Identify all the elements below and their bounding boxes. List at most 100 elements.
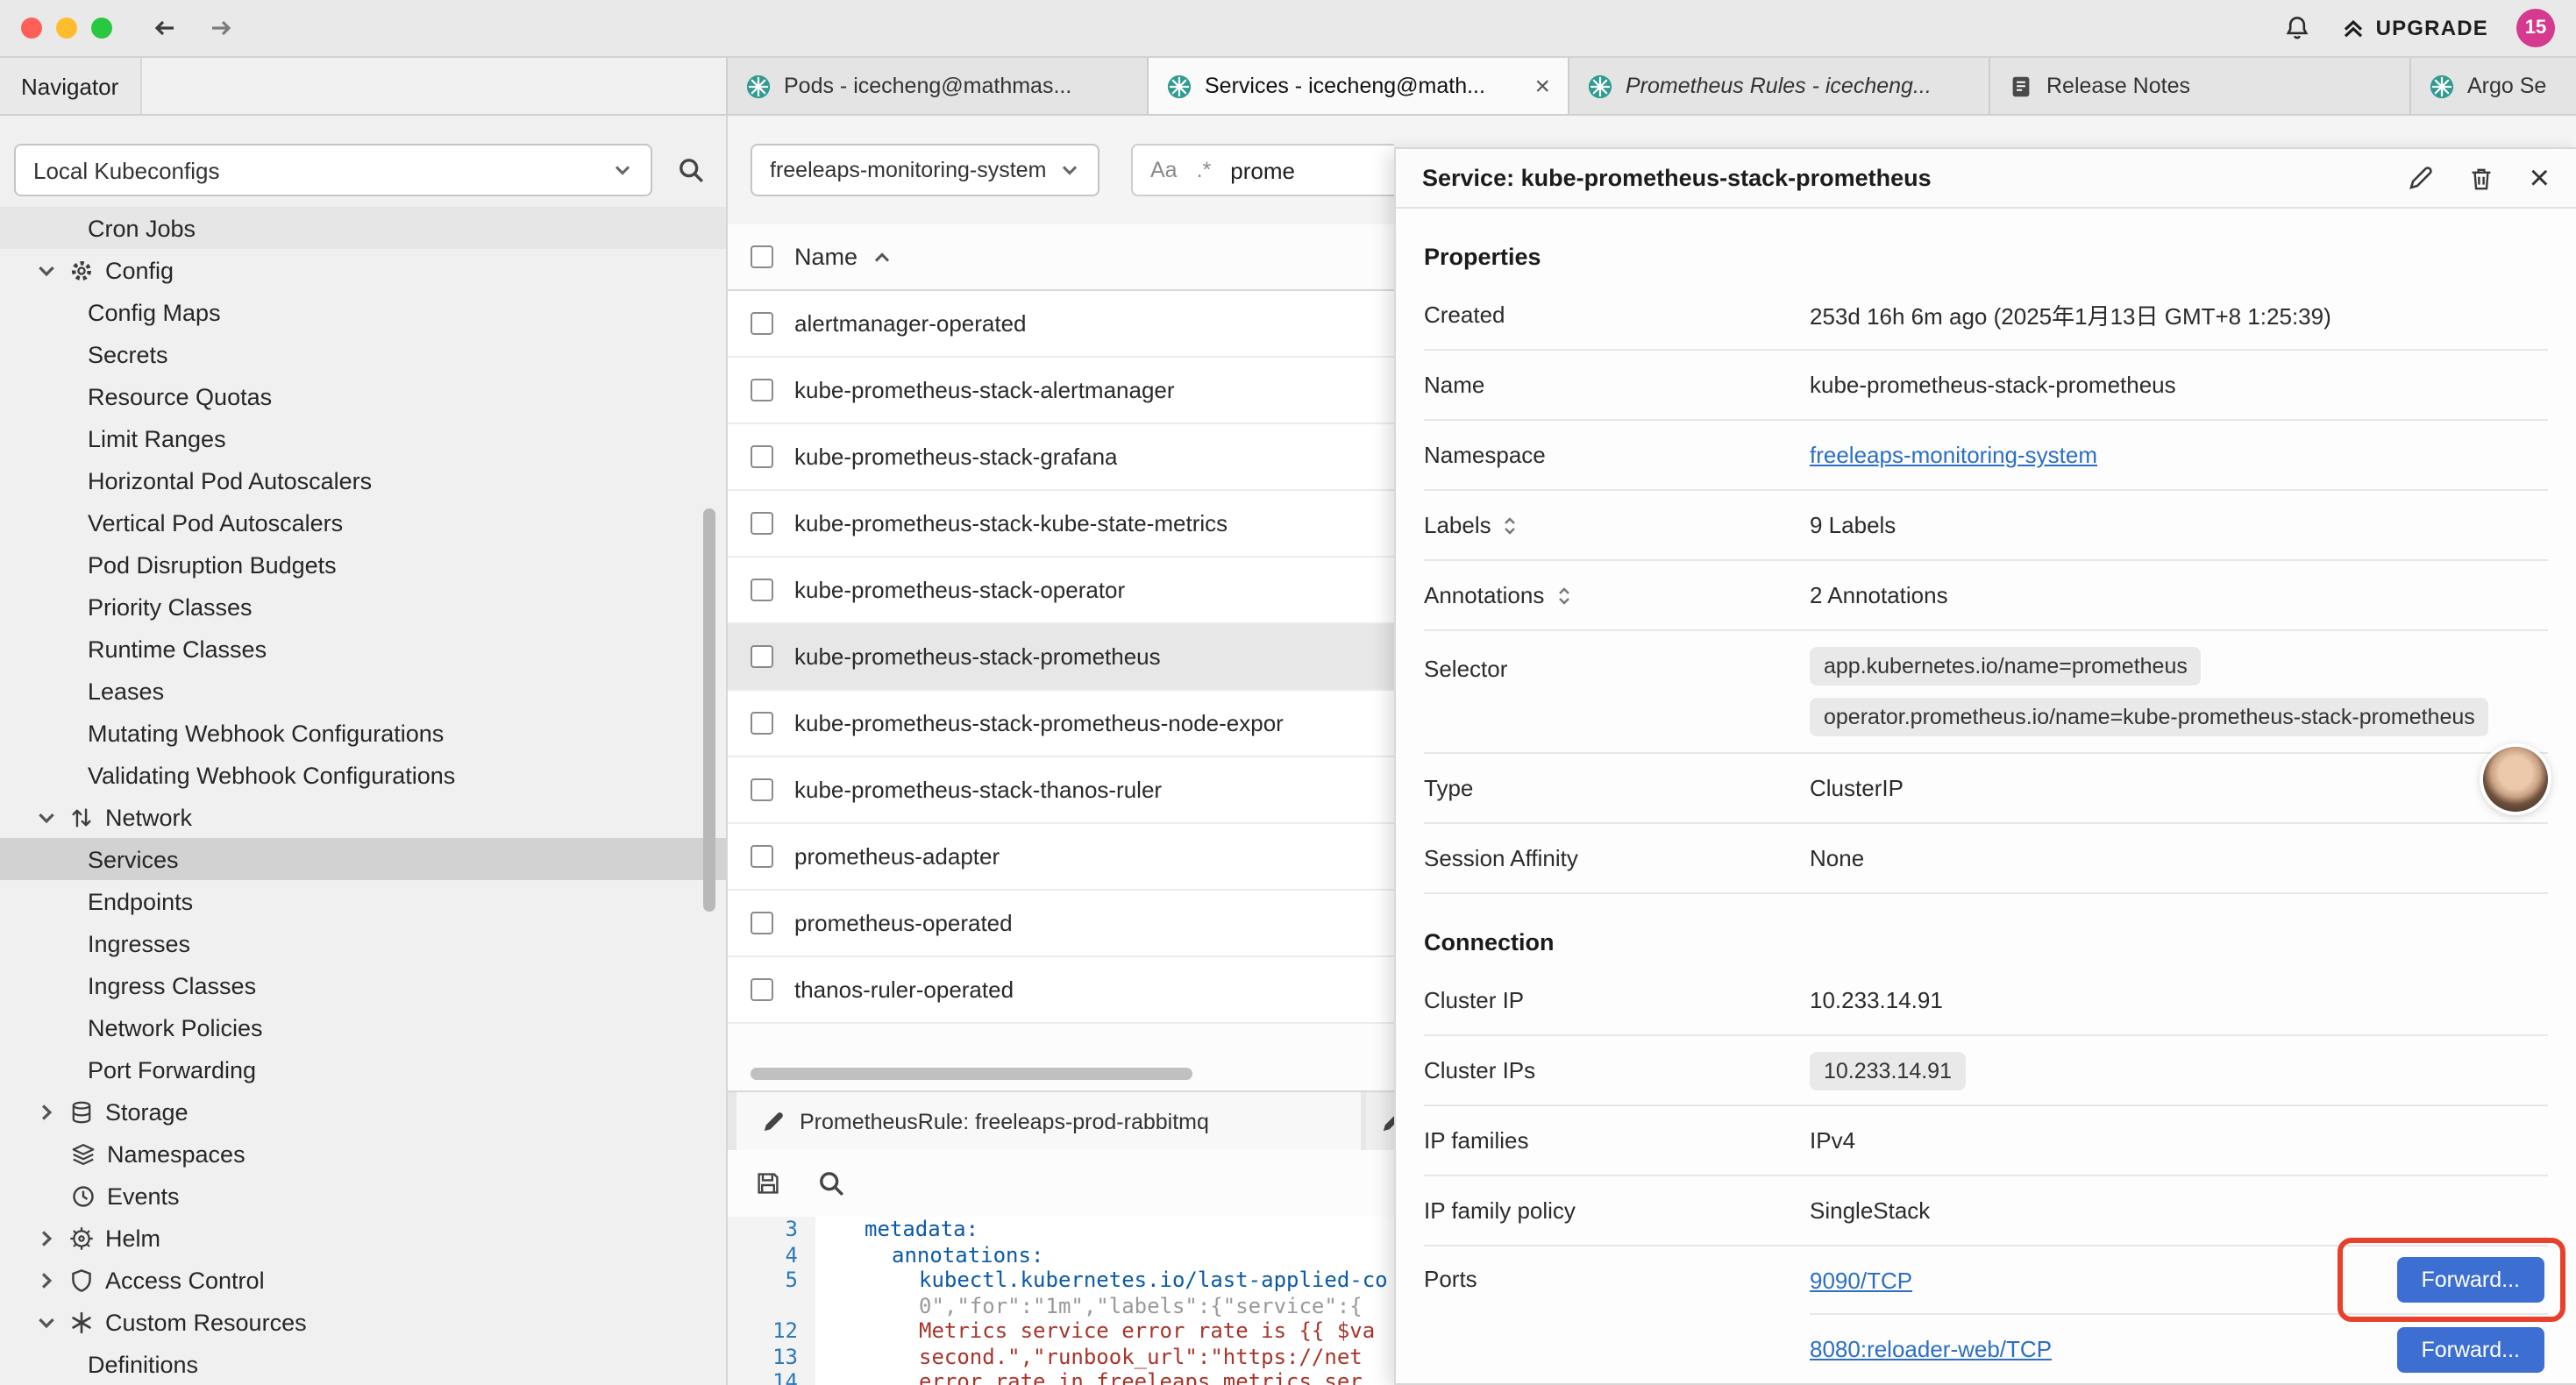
table-row[interactable]: prometheus-operated xyxy=(728,891,1394,957)
sidebar-item-leases[interactable]: Leases xyxy=(0,670,726,712)
port-link[interactable]: 9090/TCP xyxy=(1810,1267,1912,1293)
table-row[interactable]: kube-prometheus-stack-prometheus-node-ex… xyxy=(728,691,1394,757)
table-row[interactable]: kube-prometheus-stack-operator xyxy=(728,558,1394,624)
search-box[interactable]: Aa .* prome xyxy=(1131,144,1394,196)
row-checkbox[interactable] xyxy=(751,778,773,801)
sidebar-item-cron-jobs[interactable]: Cron Jobs xyxy=(0,207,726,249)
chevron-down-icon[interactable] xyxy=(35,259,58,281)
yaml-editor[interactable]: 3metadata:4annotations:5kubectl.kubernet… xyxy=(728,1217,1394,1385)
dock-tab-prometheusrule[interactable]: PrometheusRule: freeleaps-prod-rabbitmq xyxy=(737,1092,1361,1150)
forward-button[interactable]: Forward... xyxy=(2396,1257,2544,1303)
dock-tab-partial[interactable] xyxy=(1366,1092,1394,1150)
forward-icon[interactable] xyxy=(207,14,235,42)
sidebar-item-services[interactable]: Services xyxy=(0,838,726,880)
name-column-header[interactable]: Name xyxy=(794,244,857,270)
upgrade-button[interactable]: UPGRADE xyxy=(2339,14,2488,42)
namespace-link[interactable]: freeleaps-monitoring-system xyxy=(1810,442,2097,468)
sidebar-item-storage[interactable]: Storage xyxy=(0,1090,726,1133)
table-row[interactable]: thanos-ruler-operated xyxy=(728,957,1394,1024)
chevron-right-icon[interactable] xyxy=(35,1268,58,1291)
table-row[interactable]: kube-prometheus-stack-kube-state-metrics xyxy=(728,491,1394,558)
tab-services-icecheng-math[interactable]: Services - icecheng@math...× xyxy=(1149,58,1569,114)
sidebar-item-custom-resources[interactable]: Custom Resources xyxy=(0,1301,726,1343)
row-checkbox[interactable] xyxy=(751,712,773,735)
search-input[interactable]: prome xyxy=(1230,157,1295,183)
chevron-right-icon[interactable] xyxy=(35,1226,58,1249)
select-all-checkbox[interactable] xyxy=(751,245,773,268)
sidebar-item-runtime-classes[interactable]: Runtime Classes xyxy=(0,628,726,670)
table-row[interactable]: kube-prometheus-stack-prometheus xyxy=(728,624,1394,691)
sidebar-item-ingresses[interactable]: Ingresses xyxy=(0,922,726,964)
sidebar-item-config-maps[interactable]: Config Maps xyxy=(0,291,726,333)
close-window-button[interactable] xyxy=(21,18,42,39)
sidebar-item-horizontal-pod-autoscalers[interactable]: Horizontal Pod Autoscalers xyxy=(0,459,726,501)
table-row[interactable]: prometheus-adapter xyxy=(728,824,1394,891)
table-row[interactable]: kube-prometheus-stack-grafana xyxy=(728,424,1394,491)
table-row[interactable]: alertmanager-operated xyxy=(728,291,1394,358)
kubernetes-cluster-icon xyxy=(1587,73,1613,99)
sidebar-item-priority-classes[interactable]: Priority Classes xyxy=(0,586,726,628)
forward-button[interactable]: Forward... xyxy=(2396,1326,2544,1372)
sidebar-item-events[interactable]: Events xyxy=(0,1175,726,1217)
horizontal-scrollbar[interactable] xyxy=(751,1068,1192,1080)
delete-icon[interactable] xyxy=(2468,164,2496,192)
sidebar-item-port-forwarding[interactable]: Port Forwarding xyxy=(0,1048,726,1090)
tab-argo-se[interactable]: Argo Se xyxy=(2411,58,2576,114)
sidebar-item-limit-ranges[interactable]: Limit Ranges xyxy=(0,417,726,459)
sidebar-item-helm[interactable]: Helm xyxy=(0,1217,726,1259)
close-icon[interactable]: × xyxy=(2530,164,2550,192)
minimize-window-button[interactable] xyxy=(56,18,77,39)
port-link[interactable]: 8080:reloader-web/TCP xyxy=(1810,1336,2052,1362)
sidebar-item-access-control[interactable]: Access Control xyxy=(0,1259,726,1301)
save-icon[interactable] xyxy=(754,1169,782,1197)
tab-release-notes[interactable]: Release Notes xyxy=(1990,58,2411,114)
row-checkbox[interactable] xyxy=(751,579,773,601)
sidebar-item-network[interactable]: Network xyxy=(0,796,726,838)
sidebar-item-vertical-pod-autoscalers[interactable]: Vertical Pod Autoscalers xyxy=(0,501,726,543)
sidebar-item-config[interactable]: Config xyxy=(0,249,726,291)
chevron-right-icon[interactable] xyxy=(35,1100,58,1123)
expand-annotations-icon[interactable] xyxy=(1553,585,1574,606)
row-checkbox[interactable] xyxy=(751,645,773,668)
chevron-down-icon[interactable] xyxy=(35,1310,58,1333)
table-row[interactable]: kube-prometheus-stack-thanos-ruler xyxy=(728,757,1394,824)
kubeconfig-select[interactable]: Local Kubeconfigs xyxy=(14,144,652,196)
sidebar-item-pod-disruption-budgets[interactable]: Pod Disruption Budgets xyxy=(0,543,726,586)
tab-pods-icecheng-mathmas[interactable]: Pods - icecheng@mathmas... xyxy=(728,58,1149,114)
sidebar-item-namespaces[interactable]: Namespaces xyxy=(0,1133,726,1175)
sidebar-item-secrets[interactable]: Secrets xyxy=(0,333,726,375)
namespace-select[interactable]: freeleaps-monitoring-system xyxy=(751,144,1099,196)
edit-icon[interactable] xyxy=(2407,164,2435,192)
match-case-toggle[interactable]: Aa xyxy=(1150,158,1178,182)
sort-ascending-icon[interactable] xyxy=(872,246,893,267)
sidebar-item-mutating-webhook-configurations[interactable]: Mutating Webhook Configurations xyxy=(0,712,726,754)
chevron-down-icon[interactable] xyxy=(35,806,58,828)
sidebar-item-validating-webhook-configurations[interactable]: Validating Webhook Configurations xyxy=(0,754,726,796)
tab-prometheus-rules-icecheng[interactable]: Prometheus Rules - icecheng... xyxy=(1569,58,1990,114)
sidebar-item-ingress-classes[interactable]: Ingress Classes xyxy=(0,964,726,1006)
notifications-bell-icon[interactable] xyxy=(2283,14,2311,42)
row-checkbox[interactable] xyxy=(751,912,773,934)
row-checkbox[interactable] xyxy=(751,978,773,1001)
back-icon[interactable] xyxy=(151,14,179,42)
sidebar-scrollbar[interactable] xyxy=(703,508,715,912)
sidebar-item-endpoints[interactable]: Endpoints xyxy=(0,880,726,922)
close-tab-icon[interactable]: × xyxy=(1527,73,1550,99)
sidebar-item-definitions[interactable]: Definitions xyxy=(0,1343,726,1385)
row-checkbox[interactable] xyxy=(751,512,773,535)
sidebar-item-network-policies[interactable]: Network Policies xyxy=(0,1006,726,1048)
row-checkbox[interactable] xyxy=(751,445,773,468)
row-checkbox[interactable] xyxy=(751,845,773,868)
expand-labels-icon[interactable] xyxy=(1500,515,1521,536)
user-avatar[interactable] xyxy=(2483,747,2548,812)
row-checkbox[interactable] xyxy=(751,312,773,335)
zoom-window-button[interactable] xyxy=(91,18,112,39)
notification-count-badge[interactable]: 15 xyxy=(2516,9,2555,47)
ports-row: Ports 9090/TCP Forward... 8080:reloader-… xyxy=(1424,1246,2548,1383)
table-row[interactable]: kube-prometheus-stack-alertmanager xyxy=(728,358,1394,424)
row-checkbox[interactable] xyxy=(751,379,773,401)
sidebar-item-resource-quotas[interactable]: Resource Quotas xyxy=(0,375,726,417)
search-icon[interactable] xyxy=(677,156,705,184)
regex-toggle[interactable]: .* xyxy=(1197,158,1212,182)
editor-search-icon[interactable] xyxy=(817,1169,845,1197)
